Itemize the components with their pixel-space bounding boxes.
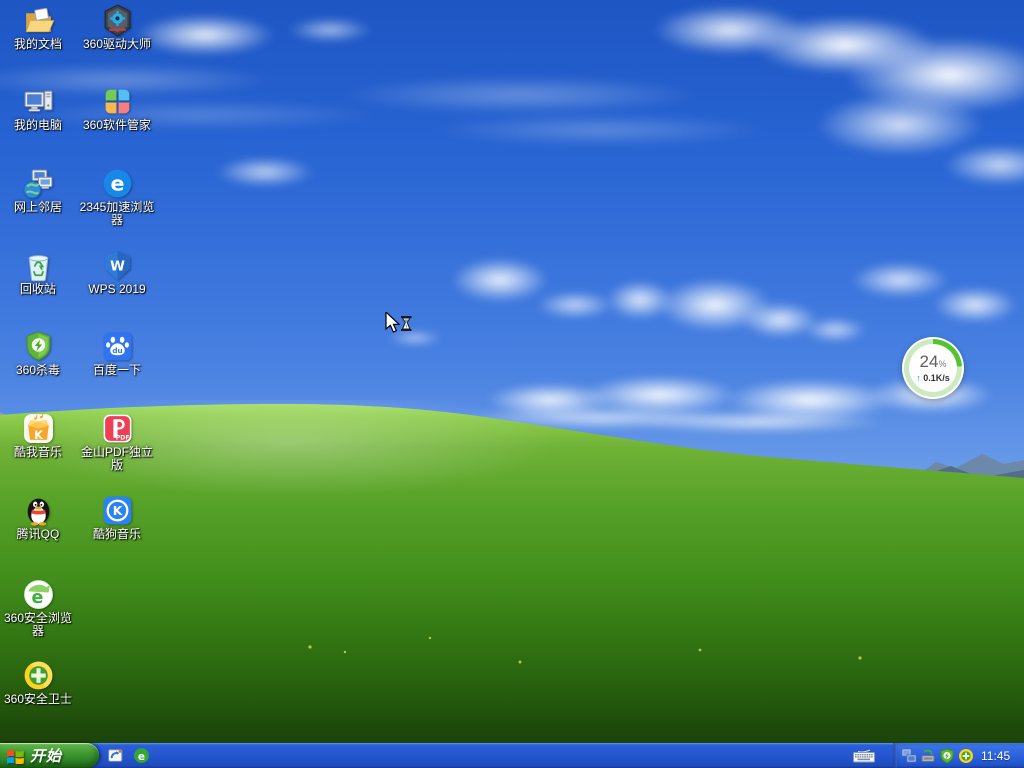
desktop-icon-kugou-music[interactable]: K 酷狗音乐 — [77, 493, 157, 541]
desktop: 我的文档 360驱动大师 我的电脑 360软件管家 网上邻居 e 2345加速浏… — [0, 0, 1024, 768]
desktop-icon-label: 2345加速浏览器 — [79, 200, 155, 227]
desktop-icon-kingsoft-pdf[interactable]: PDF 金山PDF独立版 — [77, 411, 157, 472]
kuwo-music-icon: K — [21, 411, 55, 445]
svg-text:PDF: PDF — [115, 434, 129, 441]
desktop-icon-label: 360安全浏览器 — [3, 611, 73, 638]
desktop-icon-label: 金山PDF独立版 — [80, 445, 153, 472]
my-computer-icon — [21, 84, 55, 118]
desktop-icon-wps-2019[interactable]: W WPS 2019 — [77, 248, 157, 296]
desktop-icon-label: 百度一下 — [92, 363, 141, 377]
desktop-icon-label: 我的文档 — [13, 37, 62, 51]
taskbar-clock[interactable]: 11:45 — [981, 749, 1010, 763]
svg-text:K: K — [34, 427, 44, 441]
desktop-icon-label: 360杀毒 — [15, 363, 61, 377]
keyboard-icon — [853, 749, 875, 763]
input-method-indicator[interactable] — [853, 743, 875, 768]
wps-2019-icon: W — [100, 248, 134, 282]
taskbar: 开始 e 11:45 — [0, 743, 1024, 768]
360-browser-quick-icon[interactable]: e — [133, 747, 150, 764]
desktop-icon-360-safeguard[interactable]: 360安全卫士 — [0, 658, 78, 706]
baidu-search-icon: du — [100, 329, 134, 363]
driver-master-tray-icon[interactable] — [920, 748, 936, 764]
360-software-manager-icon — [100, 84, 134, 118]
desktop-icon-label: 腾讯QQ — [16, 527, 60, 541]
kingsoft-pdf-icon: PDF — [100, 411, 134, 445]
network-status-icon[interactable] — [901, 748, 917, 764]
up-arrow-icon: ↑ — [916, 372, 921, 383]
svg-text:K: K — [112, 504, 122, 518]
360-safeguard-icon — [21, 658, 55, 692]
desktop-icon-network-places[interactable]: 网上邻居 — [0, 166, 78, 214]
desktop-icon-label: 网上邻居 — [13, 200, 62, 214]
recycle-bin-icon — [21, 248, 55, 282]
desktop-icon-tencent-qq[interactable]: 腾讯QQ — [0, 493, 78, 541]
desktop-icon-2345-browser[interactable]: e 2345加速浏览器 — [77, 166, 157, 227]
system-tray: 11:45 — [893, 743, 1024, 768]
show-desktop-icon[interactable] — [107, 747, 124, 764]
svg-text:W: W — [110, 259, 125, 274]
my-documents-icon — [21, 3, 55, 37]
start-button[interactable]: 开始 — [0, 743, 99, 768]
kugou-music-icon: K — [100, 493, 134, 527]
desktop-icon-kuwo-music[interactable]: K 酷我音乐 — [0, 411, 78, 459]
desktop-icon-360-software-manager[interactable]: 360软件管家 — [77, 84, 157, 132]
desktop-icon-360-driver-master[interactable]: 360驱动大师 — [77, 3, 157, 51]
windows-flag-icon — [7, 749, 24, 764]
tencent-qq-icon — [21, 493, 55, 527]
desktop-icon-baidu-search[interactable]: du 百度一下 — [77, 329, 157, 377]
svg-text:e: e — [110, 171, 124, 195]
360-driver-master-icon — [100, 3, 134, 37]
360-antivirus-tray-icon[interactable] — [939, 747, 955, 764]
360-safeguard-tray-icon[interactable] — [958, 748, 974, 764]
svg-text:e: e — [138, 750, 145, 763]
widget-upload-speed: ↑ 0.1K/s — [916, 372, 950, 383]
desktop-icon-label: 我的电脑 — [13, 118, 62, 132]
desktop-icon-360-antivirus[interactable]: 360杀毒 — [0, 329, 78, 377]
desktop-icon-recycle-bin[interactable]: 回收站 — [0, 248, 78, 296]
desktop-icon-label: 360驱动大师 — [82, 37, 152, 51]
desktop-icon-label: WPS 2019 — [88, 282, 146, 296]
desktop-icon-my-computer[interactable]: 我的电脑 — [0, 84, 78, 132]
busy-cursor — [385, 312, 412, 333]
desktop-icon-label: 360安全卫士 — [3, 692, 73, 706]
quick-launch: e — [107, 743, 150, 768]
start-button-label: 开始 — [30, 748, 63, 765]
desktop-icon-360-browser[interactable]: e 360安全浏览器 — [0, 577, 78, 638]
desktop-icon-label: 360软件管家 — [82, 118, 152, 132]
desktop-icon-label: 酷我音乐 — [13, 445, 62, 459]
360-browser-icon: e — [21, 577, 55, 611]
svg-text:e: e — [31, 587, 43, 607]
svg-text:du: du — [112, 346, 122, 355]
360-antivirus-icon — [21, 329, 55, 363]
widget-percent: 24% — [919, 351, 947, 371]
desktop-icon-label: 回收站 — [19, 282, 56, 296]
2345-browser-icon: e — [100, 166, 134, 200]
desktop-icon-label: 酷狗音乐 — [92, 527, 141, 541]
desktop-icon-my-documents[interactable]: 我的文档 — [0, 3, 78, 51]
network-places-icon — [21, 166, 55, 200]
progress-ring: 24% ↑ 0.1K/s — [904, 339, 962, 397]
net-speed-widget[interactable]: 24% ↑ 0.1K/s — [902, 337, 964, 399]
